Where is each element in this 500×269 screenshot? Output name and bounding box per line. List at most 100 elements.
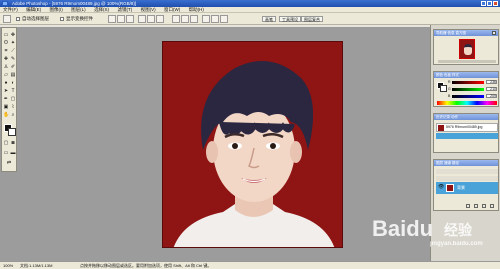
move-tool-preset-button[interactable] (3, 15, 11, 23)
options-bar: 自动选择图层 显示变换控件 画笔 工具预设 图层复合 (0, 13, 500, 25)
distribute-middle-button[interactable] (181, 15, 189, 23)
distribute-top-button[interactable] (172, 15, 180, 23)
palette-tab-layer-comps[interactable]: 图层复合 (301, 16, 323, 22)
photoshop-app-icon (2, 1, 8, 6)
distribute-bottom-button[interactable] (190, 15, 198, 23)
blue-value[interactable]: 209 (486, 94, 497, 98)
standard-mode-icon[interactable]: ▢ (3, 140, 9, 146)
notes-tool-icon[interactable]: ▣ (3, 104, 9, 110)
layer-mask-icon[interactable] (474, 204, 478, 208)
layer-thumbnail (446, 184, 454, 192)
auto-select-checkbox[interactable] (16, 17, 20, 21)
align-left-button[interactable] (138, 15, 146, 23)
align-bottom-button[interactable] (126, 15, 134, 23)
menu-filter[interactable]: 滤镜(T) (117, 7, 132, 12)
blur-tool-icon[interactable]: ● (3, 80, 9, 86)
navigator-close-icon[interactable] (492, 31, 496, 35)
gradient-tool-icon[interactable]: ▤ (10, 72, 16, 78)
menu-view[interactable]: 视图(V) (141, 7, 156, 12)
color-panel: 颜色 色板 样式 R 236 G 210 B 209 (433, 71, 499, 107)
eraser-tool-icon[interactable]: ▱ (3, 72, 9, 78)
green-value[interactable]: 210 (486, 87, 497, 91)
align-right-button[interactable] (156, 15, 164, 23)
pen-tool-icon[interactable]: ✒ (3, 96, 9, 102)
history-snapshot-thumbnail (438, 125, 444, 131)
document-size[interactable]: 文档:1.13M/1.13M (20, 262, 52, 269)
move-tool-icon[interactable]: ✥ (10, 32, 16, 38)
menu-window[interactable]: 窗口(W) (164, 7, 180, 12)
palette-tab-brushes[interactable]: 画笔 (262, 16, 276, 22)
eyedropper-tool-icon[interactable]: ⌇ (10, 104, 16, 110)
lasso-tool-icon[interactable]: ʘ (3, 40, 9, 46)
layers-lock-options[interactable] (436, 176, 498, 181)
red-value[interactable]: 236 (486, 80, 497, 84)
watermark-brand: Baidu (372, 216, 434, 241)
distribute-center-button[interactable] (211, 15, 219, 23)
distribute-right-button[interactable] (220, 15, 228, 23)
new-layer-icon[interactable] (466, 204, 470, 208)
navigator-panel-title[interactable]: 导航器 信息 直方图 (434, 30, 498, 36)
dodge-tool-icon[interactable]: ◐ (10, 80, 16, 86)
layers-blend-options[interactable] (436, 169, 498, 174)
type-tool-icon[interactable]: T (10, 88, 16, 94)
menu-file[interactable]: 文件(F) (3, 7, 18, 12)
shape-tool-icon[interactable]: ▢ (10, 96, 16, 102)
screen-mode-standard-icon[interactable]: ▭ (3, 150, 9, 156)
close-button[interactable] (493, 1, 498, 6)
history-panel: 历史记录 动作 5976 R9mom00489.jpg (433, 113, 499, 153)
jump-to-imageready-icon[interactable]: ⇄ (6, 160, 12, 166)
layers-panel-title[interactable]: 图层 通道 路径 (434, 160, 498, 166)
align-middle-button[interactable] (117, 15, 125, 23)
path-selection-tool-icon[interactable]: ➤ (3, 88, 9, 94)
blue-slider[interactable] (452, 95, 484, 98)
layers-footer-buttons (436, 204, 498, 209)
delete-layer-icon[interactable] (490, 204, 494, 208)
color-panel-title[interactable]: 颜色 色板 样式 (434, 72, 498, 78)
align-center-button[interactable] (147, 15, 155, 23)
menu-layer[interactable]: 图层(L) (71, 7, 86, 12)
green-slider[interactable] (452, 88, 484, 91)
history-state-row[interactable] (436, 133, 498, 139)
layer-visibility-eye-icon[interactable]: 👁 (438, 185, 444, 190)
magic-wand-tool-icon[interactable]: ✦ (10, 40, 16, 46)
clone-stamp-tool-icon[interactable]: ♙ (3, 64, 9, 70)
zoom-tool-icon[interactable]: ⌕ (10, 112, 16, 118)
new-group-icon[interactable] (482, 204, 486, 208)
screen-mode-full-icon[interactable]: ▬ (10, 150, 16, 156)
maximize-button[interactable] (487, 1, 492, 6)
red-slider[interactable] (452, 81, 484, 84)
menu-edit[interactable]: 编辑(E) (26, 7, 41, 12)
menu-help[interactable]: 帮助(H) (189, 7, 204, 12)
marquee-tool-icon[interactable]: ▭ (3, 32, 9, 38)
auto-select-label: 自动选择图层 (22, 16, 49, 21)
navigator-zoom-slider[interactable] (438, 60, 496, 63)
color-spectrum-bar[interactable] (437, 101, 497, 105)
show-transform-checkbox[interactable] (60, 17, 64, 21)
show-transform-label: 显示变换控件 (66, 16, 93, 21)
menu-image[interactable]: 图像(I) (50, 7, 63, 12)
crop-tool-icon[interactable]: ⌗ (3, 48, 9, 54)
slice-tool-icon[interactable]: ⟋ (10, 48, 16, 54)
zoom-level[interactable]: 100% (3, 262, 13, 269)
healing-brush-tool-icon[interactable]: ✚ (3, 56, 9, 62)
palette-tab-tool-presets[interactable]: 工具预设 (279, 16, 301, 22)
history-brush-tool-icon[interactable]: ✐ (10, 64, 16, 70)
navigator-thumbnail[interactable] (459, 39, 475, 59)
align-top-button[interactable] (108, 15, 116, 23)
history-panel-title[interactable]: 历史记录 动作 (434, 114, 498, 120)
blue-label: B (448, 94, 451, 98)
hand-tool-icon[interactable]: ✋ (3, 112, 9, 118)
quick-mask-mode-icon[interactable]: ◙ (10, 140, 16, 146)
watermark-url: jingyan.baidu.com (430, 241, 483, 247)
distribute-left-button[interactable] (202, 15, 210, 23)
layer-name: 背景 (457, 185, 465, 190)
portrait-photo[interactable] (162, 41, 343, 248)
minimize-button[interactable] (481, 1, 486, 6)
menu-select[interactable]: 选择(S) (94, 7, 109, 12)
background-color-swatch[interactable] (8, 128, 16, 136)
green-label: G (448, 87, 451, 91)
color-background-swatch[interactable] (440, 85, 447, 92)
history-snapshot-row[interactable]: 5976 R9mom00489.jpg (436, 123, 498, 132)
layer-row-background[interactable]: 👁 背景 (436, 182, 498, 194)
brush-tool-icon[interactable]: ✎ (10, 56, 16, 62)
